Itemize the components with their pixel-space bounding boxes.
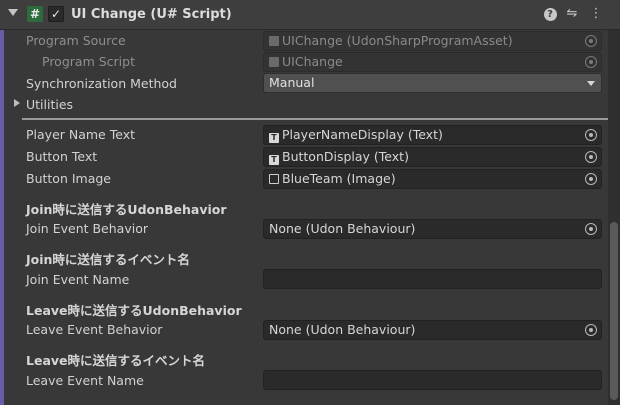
leave-name-section-header: Leave時に送信するイベント名: [26, 353, 206, 368]
text-component-icon: T: [269, 155, 279, 165]
join-event-name-input[interactable]: [263, 269, 602, 289]
csharp-script-icon: #: [27, 6, 43, 22]
image-component-icon: [269, 174, 279, 184]
sync-method-dropdown[interactable]: Manual: [263, 73, 602, 93]
sync-method-label: Synchronization Method: [26, 76, 177, 91]
chevron-down-icon: [587, 81, 595, 86]
object-picker-icon[interactable]: [585, 56, 597, 68]
join-name-section-header: Join時に送信するイベント名: [26, 252, 190, 267]
program-script-label: Program Script: [42, 54, 135, 69]
button-text-label: Button Text: [26, 149, 98, 164]
player-name-text-field[interactable]: T PlayerNameDisplay (Text): [263, 125, 602, 145]
leave-event-behavior-value: None (Udon Behaviour): [269, 322, 416, 337]
script-asset-icon: [269, 57, 279, 67]
help-icon[interactable]: ?: [542, 6, 558, 22]
object-picker-icon[interactable]: [585, 173, 597, 185]
button-text-value: ButtonDisplay (Text): [282, 149, 409, 164]
leave-event-name-label: Leave Event Name: [26, 373, 144, 388]
preset-settings-icon[interactable]: ⇋: [564, 6, 580, 22]
utilities-foldout-label[interactable]: Utilities: [26, 95, 73, 115]
button-image-value: BlueTeam (Image): [282, 171, 396, 186]
program-script-value: UIChange: [282, 54, 343, 69]
leave-event-behavior-label: Leave Event Behavior: [26, 322, 163, 337]
text-component-icon: T: [269, 133, 279, 143]
object-picker-icon[interactable]: [585, 35, 597, 47]
component-enabled-checkbox[interactable]: ✓: [48, 6, 64, 22]
object-picker-icon[interactable]: [585, 223, 597, 235]
join-event-behavior-value: None (Udon Behaviour): [269, 221, 416, 236]
button-text-field[interactable]: T ButtonDisplay (Text): [263, 147, 602, 167]
player-name-text-label: Player Name Text: [26, 127, 136, 142]
object-picker-icon[interactable]: [585, 129, 597, 141]
join-event-behavior-label: Join Event Behavior: [26, 221, 148, 236]
component-header: # ✓ UI Change (U# Script) ? ⇋ ⋮: [0, 0, 620, 30]
program-script-field[interactable]: UIChange: [263, 52, 602, 72]
context-menu-icon[interactable]: ⋮: [588, 6, 604, 22]
leave-behavior-section-header: Leave時に送信するUdonBehavior: [26, 303, 242, 318]
button-image-field[interactable]: BlueTeam (Image): [263, 169, 602, 189]
program-source-label: Program Source: [26, 33, 126, 48]
foldout-arrow-icon[interactable]: [8, 9, 18, 16]
join-event-behavior-field[interactable]: None (Udon Behaviour): [263, 219, 602, 239]
leave-event-behavior-field[interactable]: None (Udon Behaviour): [263, 320, 602, 340]
component-title: UI Change (U# Script): [71, 7, 232, 22]
leave-event-name-input[interactable]: [263, 370, 602, 390]
object-picker-icon[interactable]: [585, 151, 597, 163]
player-name-text-value: PlayerNameDisplay (Text): [282, 127, 443, 142]
join-event-name-label: Join Event Name: [26, 272, 130, 287]
program-source-value: UIChange (UdonSharpProgramAsset): [282, 33, 513, 48]
program-source-field[interactable]: UIChange (UdonSharpProgramAsset): [263, 31, 602, 51]
udonsharp-asset-icon: [269, 36, 279, 46]
udon-accent-bar: [0, 30, 4, 405]
section-divider: [22, 118, 608, 120]
button-image-label: Button Image: [26, 171, 111, 186]
sync-method-value: Manual: [269, 75, 315, 90]
scrollbar-thumb[interactable]: [610, 222, 618, 400]
utilities-foldout-icon[interactable]: [14, 99, 20, 107]
join-behavior-section-header: Join時に送信するUdonBehavior: [26, 202, 227, 217]
object-picker-icon[interactable]: [585, 324, 597, 336]
